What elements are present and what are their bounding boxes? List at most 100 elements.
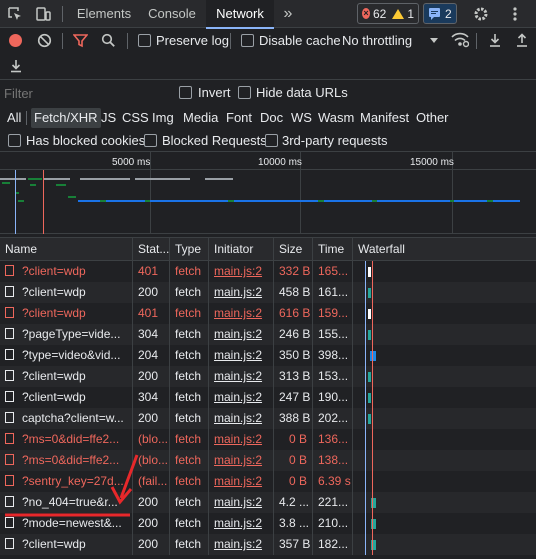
- invert-checkbox[interactable]: [179, 86, 192, 99]
- chevron-down-icon[interactable]: [430, 38, 438, 43]
- type-css[interactable]: CSS: [119, 108, 152, 128]
- warning-icon: [392, 8, 405, 19]
- request-waterfall: [353, 261, 536, 282]
- request-initiator[interactable]: main.js:2: [209, 450, 274, 471]
- request-time-text: 190...: [318, 390, 349, 404]
- request-name-text: ?sentry_key=27d...: [22, 474, 124, 488]
- more-tabs-button[interactable]: »: [276, 0, 300, 28]
- device-toolbar-icon[interactable]: [34, 5, 52, 23]
- type-all[interactable]: All: [4, 108, 24, 128]
- clear-icon[interactable]: [37, 33, 52, 51]
- column-name[interactable]: Name: [0, 238, 133, 261]
- request-row[interactable]: ?type=video&vid... 204 fetch main.js:2 350 B…: [0, 345, 536, 366]
- export-har-icon[interactable]: [515, 33, 529, 51]
- messages-counter[interactable]: 2: [423, 3, 457, 24]
- request-initiator[interactable]: main.js:2: [209, 366, 274, 387]
- request-waterfall: [353, 324, 536, 345]
- type-other[interactable]: Other: [413, 108, 452, 128]
- request-initiator[interactable]: main.js:2: [209, 345, 274, 366]
- request-time: 221...: [313, 492, 353, 513]
- more-options-icon[interactable]: [506, 5, 524, 23]
- request-initiator[interactable]: main.js:2: [209, 387, 274, 408]
- timeline-overview[interactable]: 5000 ms 10000 ms 15000 ms: [0, 152, 536, 234]
- request-time: 138...: [313, 450, 353, 471]
- request-initiator[interactable]: main.js:2: [209, 513, 274, 534]
- hide-data-urls-checkbox[interactable]: [238, 86, 251, 99]
- request-name-text: ?client=wdp: [22, 285, 86, 299]
- hide-data-urls-label: Hide data URLs: [256, 85, 348, 100]
- record-button[interactable]: [9, 34, 22, 47]
- request-initiator[interactable]: main.js:2: [209, 324, 274, 345]
- throttling-select[interactable]: No throttling: [342, 33, 412, 48]
- request-initiator[interactable]: main.js:2: [209, 282, 274, 303]
- request-initiator[interactable]: main.js:2: [209, 492, 274, 513]
- request-waterfall: [353, 387, 536, 408]
- request-size: 0 B: [274, 471, 313, 492]
- disable-cache-checkbox[interactable]: [241, 34, 254, 47]
- request-initiator[interactable]: main.js:2: [209, 534, 274, 555]
- preserve-log-checkbox[interactable]: [138, 34, 151, 47]
- request-time-text: 210...: [318, 516, 349, 530]
- type-doc[interactable]: Doc: [257, 108, 286, 128]
- tab-network[interactable]: Network: [206, 0, 274, 29]
- search-icon[interactable]: [101, 33, 116, 51]
- column-type[interactable]: Type: [170, 238, 209, 261]
- request-row[interactable]: ?ms=0&did=ffe2... (blo... fetch main.js:2 0 …: [0, 450, 536, 471]
- third-party-checkbox[interactable]: [265, 134, 278, 147]
- filter-funnel-icon[interactable]: [72, 33, 89, 51]
- request-name-text: ?client=wdp: [22, 537, 86, 551]
- request-row[interactable]: ?client=wdp 401 fetch main.js:2 616 B 159...: [0, 303, 536, 324]
- request-initiator[interactable]: main.js:2: [209, 303, 274, 324]
- import-har-icon[interactable]: [488, 33, 502, 51]
- document-icon: [5, 433, 14, 444]
- request-row[interactable]: ?sentry_key=27d... (fail... fetch main.js:2…: [0, 471, 536, 492]
- blocked-cookies-checkbox[interactable]: [8, 134, 21, 147]
- request-initiator[interactable]: main.js:2: [209, 471, 274, 492]
- request-initiator-text: main.js:2: [214, 264, 263, 278]
- type-ws[interactable]: WS: [288, 108, 315, 128]
- type-wasm[interactable]: Wasm: [315, 108, 357, 128]
- type-font[interactable]: Font: [223, 108, 255, 128]
- column-status[interactable]: Stat...: [133, 238, 170, 261]
- request-row[interactable]: ?pageType=vide... 304 fetch main.js:2 246 B 1…: [0, 324, 536, 345]
- column-initiator[interactable]: Initiator: [209, 238, 274, 261]
- request-status-text: 200: [138, 537, 159, 551]
- request-status-text: 200: [138, 516, 159, 530]
- request-status-text: 200: [138, 495, 159, 509]
- request-row[interactable]: ?no_404=true&r... 200 fetch main.js:2 4.2 ..…: [0, 492, 536, 513]
- type-img[interactable]: Img: [149, 108, 177, 128]
- tab-console[interactable]: Console: [138, 0, 206, 28]
- type-media[interactable]: Media: [180, 108, 221, 128]
- request-name-text: ?client=wdp: [22, 369, 86, 383]
- request-row[interactable]: ?ms=0&did=ffe2... (blo... fetch main.js:2 0 …: [0, 429, 536, 450]
- waterfall-bar: [368, 288, 371, 298]
- request-initiator[interactable]: main.js:2: [209, 429, 274, 450]
- request-row[interactable]: ?client=wdp 200 fetch main.js:2 458 B 161...: [0, 282, 536, 303]
- download-icon[interactable]: [9, 59, 23, 76]
- request-row[interactable]: ?client=wdp 401 fetch main.js:2 332 B 165...: [0, 261, 536, 282]
- request-row[interactable]: ?client=wdp 200 fetch main.js:2 313 B 153...: [0, 366, 536, 387]
- column-time[interactable]: Time: [313, 238, 353, 261]
- type-manifest[interactable]: Manifest: [357, 108, 412, 128]
- request-row[interactable]: ?client=wdp 304 fetch main.js:2 247 B 190...: [0, 387, 536, 408]
- type-fetch-xhr[interactable]: Fetch/XHR: [31, 108, 101, 128]
- inspect-element-icon[interactable]: [6, 5, 24, 23]
- divider: [230, 33, 231, 49]
- document-icon: [5, 349, 14, 360]
- message-icon: [429, 8, 440, 20]
- tab-elements[interactable]: Elements: [70, 0, 138, 28]
- request-initiator[interactable]: main.js:2: [209, 408, 274, 429]
- filter-input[interactable]: [4, 84, 170, 102]
- issues-counter[interactable]: × 62 1: [357, 3, 419, 24]
- type-js[interactable]: JS: [98, 108, 119, 128]
- request-row[interactable]: ?client=wdp 200 fetch main.js:2 357 B 182...: [0, 534, 536, 555]
- column-size[interactable]: Size: [274, 238, 313, 261]
- network-conditions-icon[interactable]: [451, 32, 470, 51]
- request-name-text: ?mode=newest&...: [22, 516, 122, 530]
- settings-gear-icon[interactable]: [472, 5, 490, 23]
- column-waterfall[interactable]: Waterfall: [353, 238, 536, 261]
- request-row[interactable]: ?mode=newest&... 200 fetch main.js:2 3.8 ...…: [0, 513, 536, 534]
- request-row[interactable]: captcha?client=w... 200 fetch main.js:2 388 …: [0, 408, 536, 429]
- blocked-requests-checkbox[interactable]: [144, 134, 157, 147]
- request-initiator[interactable]: main.js:2: [209, 261, 274, 282]
